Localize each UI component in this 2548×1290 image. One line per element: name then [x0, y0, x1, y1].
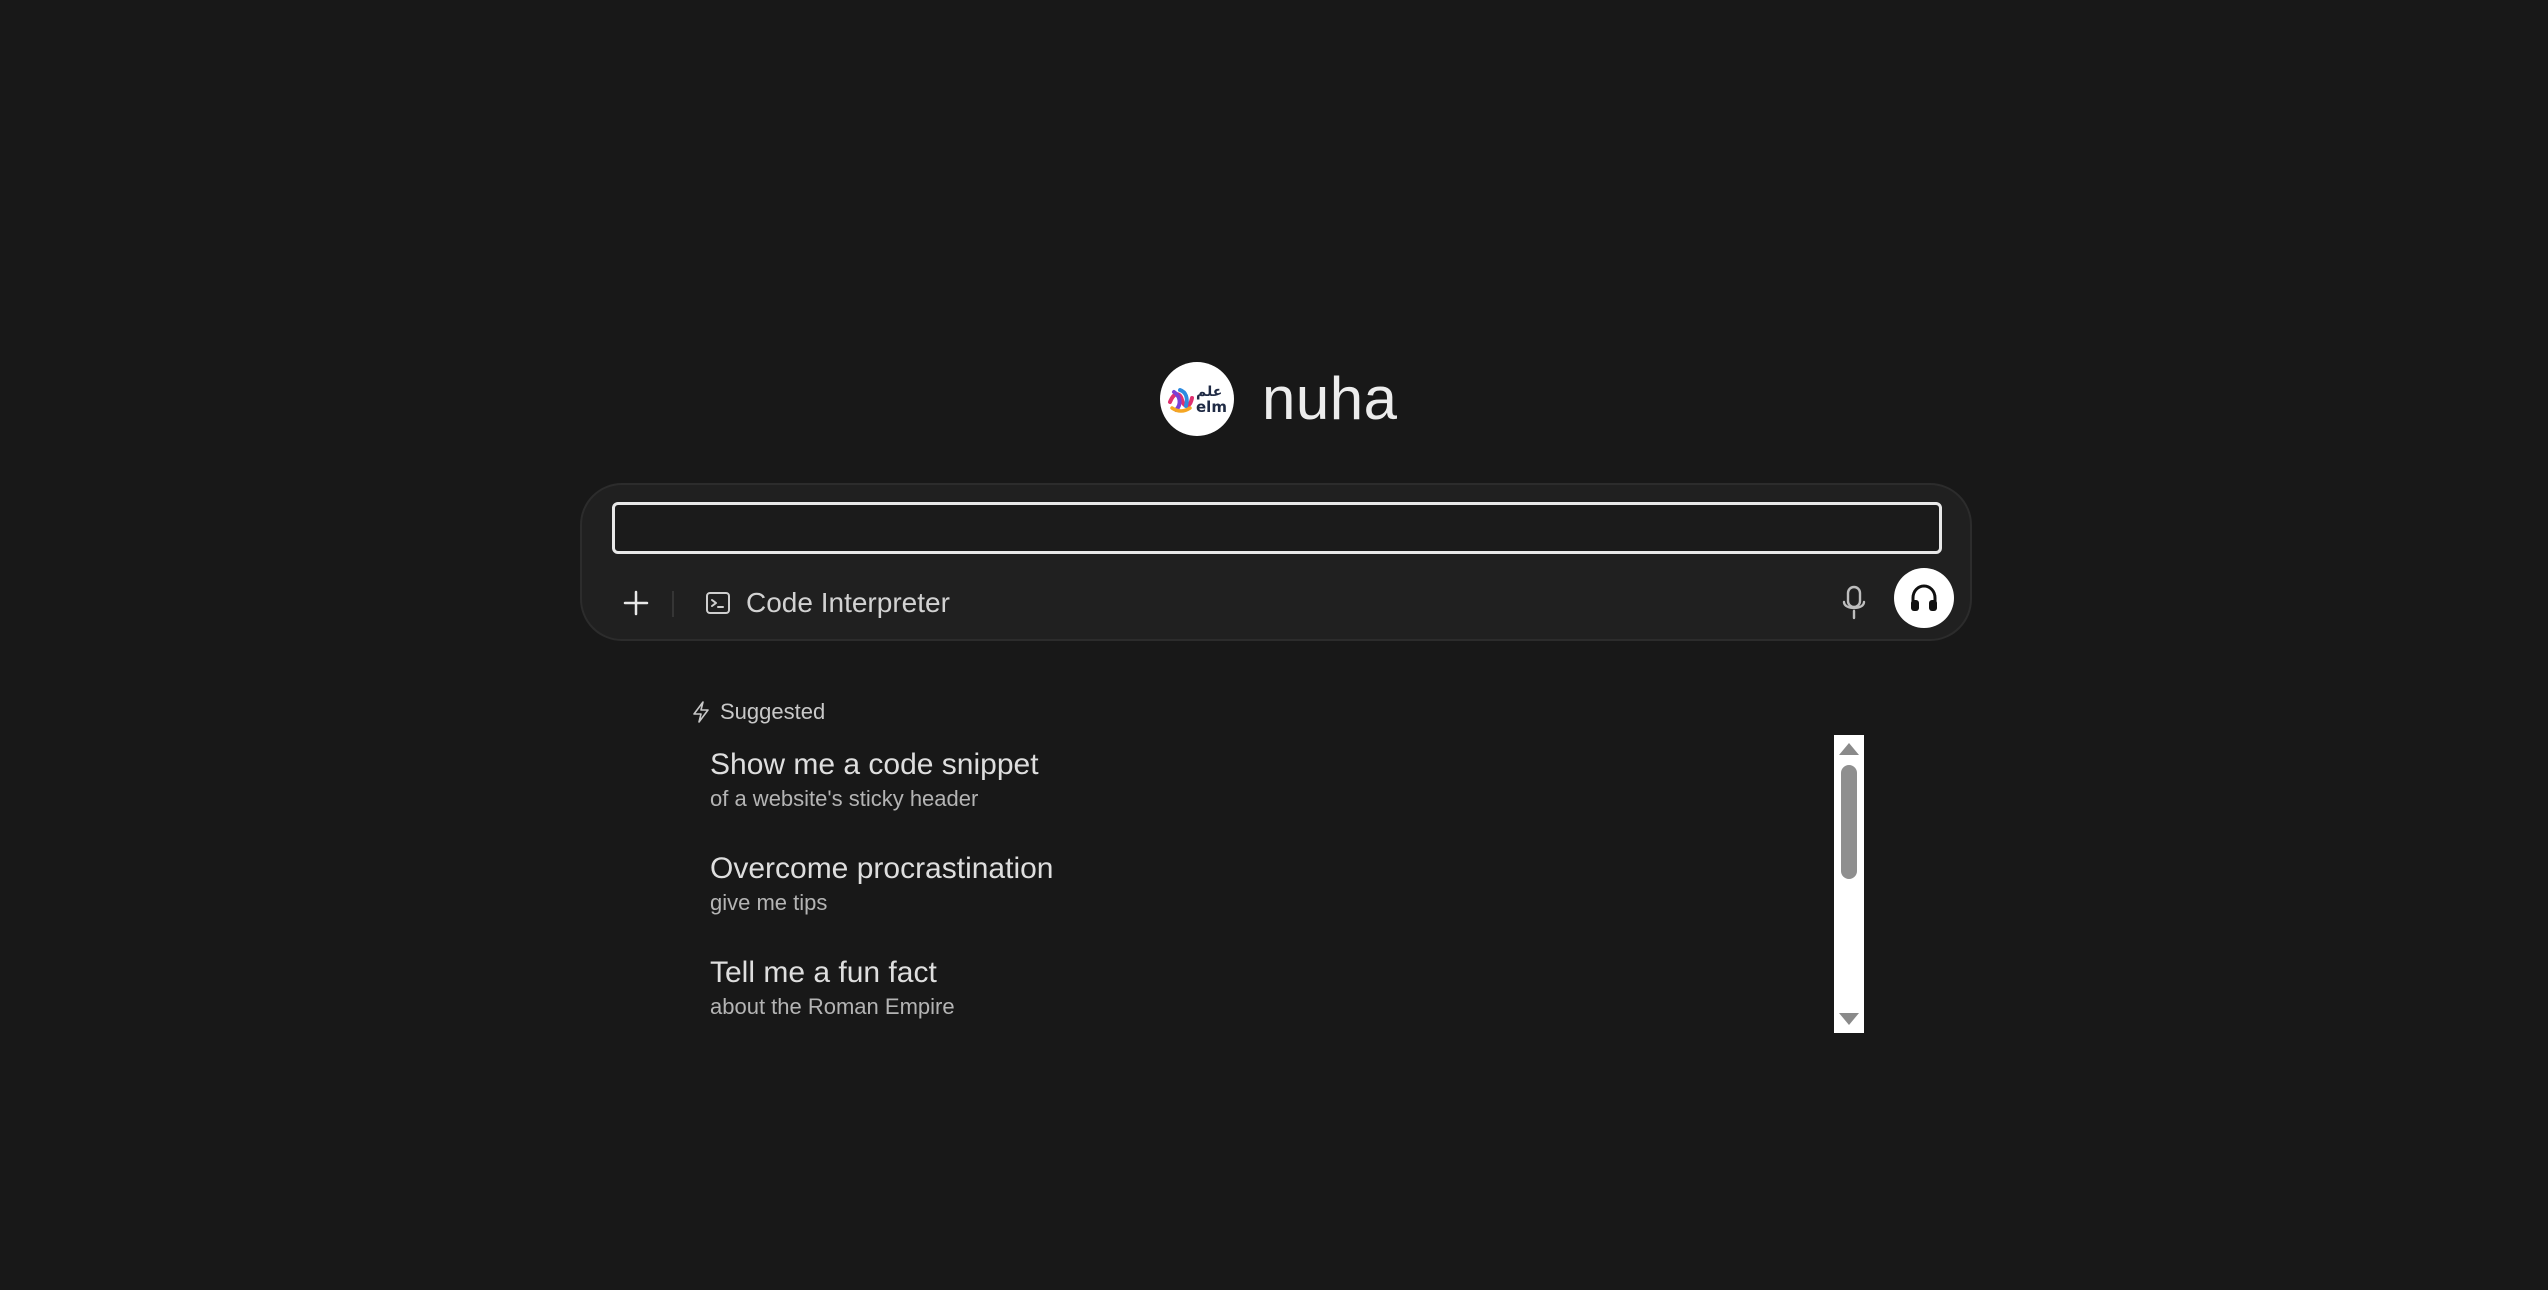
- code-interpreter-button[interactable]: Code Interpreter: [704, 577, 950, 629]
- suggestion-subtitle: about the Roman Empire: [710, 994, 955, 1019]
- headphones-icon: [1911, 584, 1937, 611]
- elm-logo: علم elm: [1160, 362, 1234, 436]
- suggestion-list: Show me a code snippet of a website's st…: [690, 736, 1836, 1032]
- suggestion-scrollbar[interactable]: [1834, 735, 1864, 1033]
- logo-latin-text: elm: [1196, 398, 1227, 416]
- scroll-up-arrow-icon[interactable]: [1839, 743, 1859, 755]
- scroll-thumb[interactable]: [1841, 765, 1857, 879]
- suggestion-item[interactable]: Tell me a fun fact about the Roman Empir…: [710, 944, 955, 1032]
- microphone-icon: [1842, 585, 1866, 620]
- brand-name: nuha: [1262, 365, 1398, 432]
- suggestion-title: Tell me a fun fact: [710, 956, 937, 989]
- chat-composer: Code Interpreter: [580, 483, 1972, 641]
- toolbar-divider: [672, 591, 674, 617]
- scroll-down-arrow-icon[interactable]: [1839, 1013, 1859, 1025]
- suggestion-title: Overcome procrastination: [710, 852, 1054, 885]
- plus-icon: [623, 590, 649, 616]
- chat-input[interactable]: [612, 502, 1942, 554]
- suggestion-title: Show me a code snippet: [710, 748, 1039, 781]
- brand-header: علم elm nuha: [1160, 362, 1397, 436]
- suggestion-subtitle: of a website's sticky header: [710, 786, 979, 811]
- voice-mode-button[interactable]: [1894, 568, 1954, 628]
- page: علم elm nuha Code Interpreter Suggested …: [0, 0, 2548, 1290]
- suggested-title: Suggested: [720, 699, 826, 724]
- microphone-button[interactable]: [1828, 577, 1880, 629]
- suggestion-item[interactable]: Overcome procrastination give me tips: [710, 840, 1053, 930]
- add-attachment-button[interactable]: [610, 577, 662, 629]
- bolt-icon: [693, 701, 709, 723]
- composer-toolbar: Code Interpreter: [582, 563, 1970, 643]
- suggestion-item[interactable]: Show me a code snippet of a website's st…: [710, 736, 1039, 826]
- suggested-header: Suggested: [690, 698, 825, 726]
- code-interpreter-label: Code Interpreter: [746, 587, 950, 618]
- suggestion-subtitle: give me tips: [710, 890, 828, 915]
- terminal-icon: [706, 592, 730, 614]
